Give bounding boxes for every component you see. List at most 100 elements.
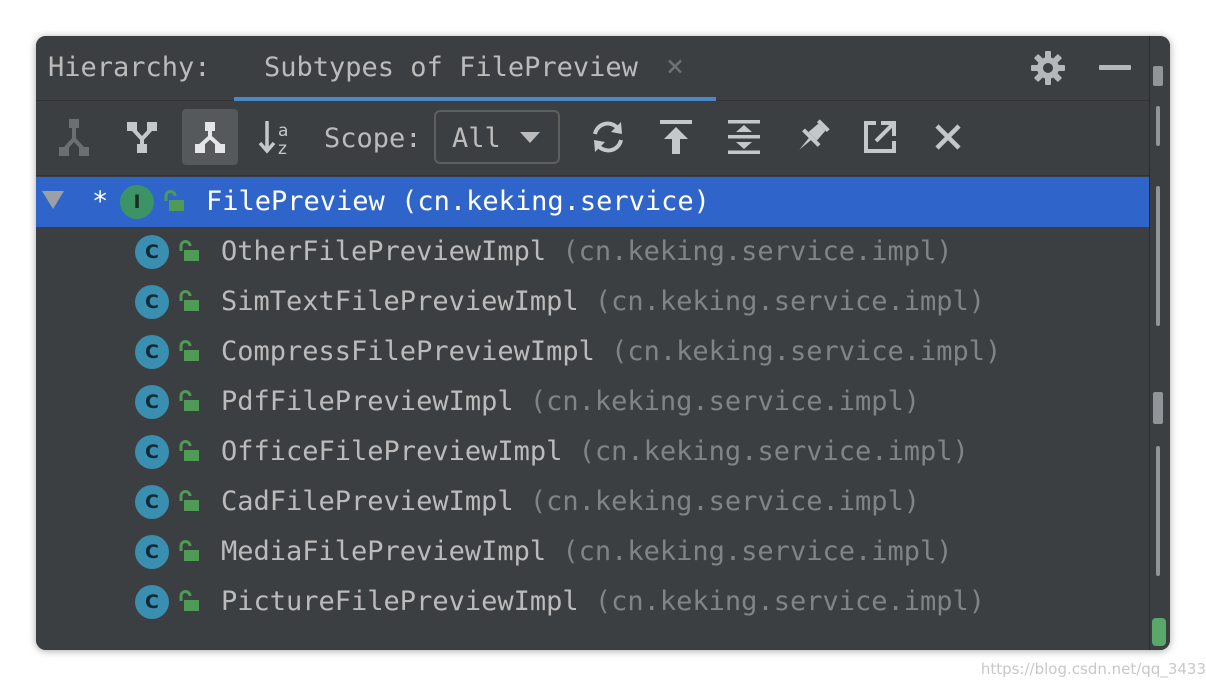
public-lock-icon: [179, 390, 199, 411]
tree-row-text: PictureFilePreviewImpl (cn.keking.servic…: [221, 586, 985, 617]
class-icon: C: [135, 435, 169, 469]
class-name: SimTextFilePreviewImpl: [221, 286, 579, 317]
tree-child-row[interactable]: C OfficeFilePreviewImpl (cn.keking.servi…: [36, 427, 1150, 477]
base-marker: *: [92, 186, 109, 217]
strip-tab-mark[interactable]: [1156, 446, 1160, 576]
gear-icon[interactable]: [1030, 50, 1066, 86]
package-name: (cn.keking.service.impl): [578, 586, 986, 617]
public-lock-icon: [179, 590, 199, 611]
public-lock-icon: [179, 240, 199, 261]
sort-alphabetically-button[interactable]: a z: [250, 109, 306, 165]
scope-label: Scope:: [324, 123, 422, 154]
subtypes-hierarchy-icon: [127, 122, 157, 153]
export-icon: [660, 120, 692, 154]
hierarchy-panel: Hierarchy: Subtypes of FilePreview × a z…: [36, 36, 1150, 650]
tree-row-text: SimTextFilePreviewImpl (cn.keking.servic…: [221, 286, 985, 317]
package-name: (cn.keking.service.impl): [513, 386, 920, 417]
public-lock-icon: [179, 290, 199, 311]
strip-tab-mark[interactable]: [1153, 66, 1163, 86]
class-icon: C: [135, 535, 169, 569]
svg-text:a: a: [278, 121, 288, 141]
class-hierarchy-button[interactable]: [182, 109, 238, 165]
scope-value: All: [452, 123, 501, 154]
package-name: (cn.keking.service.impl): [546, 236, 953, 267]
package-name: (cn.keking.service.impl): [546, 536, 953, 567]
expand-triangle-icon[interactable]: [42, 191, 64, 209]
tree-child-row[interactable]: C SimTextFilePreviewImpl (cn.keking.serv…: [36, 277, 1150, 327]
tree-row-text: CadFilePreviewImpl (cn.keking.service.im…: [221, 486, 920, 517]
supertypes-hierarchy-button[interactable]: [46, 109, 102, 165]
class-name: MediaFilePreviewImpl: [221, 536, 547, 567]
supertypes-hierarchy-icon: [59, 119, 89, 156]
tree-row-text: CompressFilePreviewImpl (cn.keking.servi…: [221, 336, 1001, 367]
close-icon: [935, 124, 961, 150]
pin-icon: [799, 119, 830, 150]
tool-window-header: Hierarchy: Subtypes of FilePreview ×: [36, 36, 1150, 101]
tab-subtypes-of-filepreview[interactable]: Subtypes of FilePreview ×: [234, 36, 716, 101]
public-lock-icon: [179, 440, 199, 461]
tree-row-text: FilePreview (cn.keking.service): [206, 186, 710, 217]
tab-close-icon[interactable]: ×: [666, 52, 684, 82]
public-lock-icon: [179, 340, 199, 361]
tab-label: Subtypes of FilePreview: [264, 52, 638, 83]
tree-child-row[interactable]: C OtherFilePreviewImpl (cn.keking.servic…: [36, 227, 1150, 277]
public-lock-icon: [164, 190, 184, 211]
refresh-button[interactable]: [580, 109, 636, 165]
class-icon: C: [135, 385, 169, 419]
class-icon: C: [135, 585, 169, 619]
strip-tab-mark[interactable]: [1156, 186, 1160, 326]
tree-root-row[interactable]: * I FilePreview (cn.keking.service): [36, 177, 1150, 227]
open-in-new-window-icon: [864, 121, 896, 153]
public-lock-icon: [179, 540, 199, 561]
watermark: https://blog.csdn.net/qq_3433: [980, 660, 1206, 678]
class-name: OfficeFilePreviewImpl: [221, 436, 563, 467]
strip-tab-mark[interactable]: [1156, 106, 1160, 146]
tree-row-text: MediaFilePreviewImpl (cn.keking.service.…: [221, 536, 953, 567]
scope-dropdown[interactable]: All: [434, 110, 560, 164]
strip-tab-mark[interactable]: [1153, 392, 1163, 424]
tree-row-text: OfficeFilePreviewImpl (cn.keking.service…: [221, 436, 969, 467]
tree-child-row[interactable]: C CadFilePreviewImpl (cn.keking.service.…: [36, 477, 1150, 527]
hierarchy-toolbar: a z Scope: All: [36, 101, 1150, 176]
tree-row-text: PdfFilePreviewImpl (cn.keking.service.im…: [221, 386, 920, 417]
package-name: (cn.keking.service.impl): [594, 336, 1002, 367]
class-name: PdfFilePreviewImpl: [221, 386, 514, 417]
class-icon: C: [135, 485, 169, 519]
class-icon: C: [135, 335, 169, 369]
class-name: CadFilePreviewImpl: [221, 486, 514, 517]
class-hierarchy-icon: [195, 122, 225, 153]
right-tool-strip: [1149, 36, 1170, 650]
export-button[interactable]: [648, 109, 704, 165]
subtypes-hierarchy-button[interactable]: [114, 109, 170, 165]
refresh-icon: [593, 121, 623, 153]
tree-child-row[interactable]: C CompressFilePreviewImpl (cn.keking.ser…: [36, 327, 1150, 377]
package-name: (cn.keking.service): [384, 186, 710, 217]
minimize-icon[interactable]: [1099, 65, 1131, 70]
tree-child-row[interactable]: C MediaFilePreviewImpl (cn.keking.servic…: [36, 527, 1150, 577]
close-button[interactable]: [920, 109, 976, 165]
chevron-down-icon: [520, 132, 540, 143]
hierarchy-tool-window: Hierarchy: Subtypes of FilePreview × a z…: [36, 36, 1170, 650]
class-name: OtherFilePreviewImpl: [221, 236, 547, 267]
class-name: FilePreview: [206, 186, 385, 217]
package-name: (cn.keking.service.impl): [562, 436, 969, 467]
class-icon: C: [135, 235, 169, 269]
tree-row-text: OtherFilePreviewImpl (cn.keking.service.…: [221, 236, 953, 267]
package-name: (cn.keking.service.impl): [513, 486, 920, 517]
pin-button[interactable]: [784, 109, 840, 165]
tree-child-row[interactable]: C PictureFilePreviewImpl (cn.keking.serv…: [36, 577, 1150, 627]
class-name: CompressFilePreviewImpl: [221, 336, 595, 367]
strip-badge: [1152, 618, 1166, 646]
open-in-new-window-button[interactable]: [852, 109, 908, 165]
class-icon: C: [135, 285, 169, 319]
expand-all-icon: [728, 120, 760, 154]
package-name: (cn.keking.service.impl): [578, 286, 986, 317]
public-lock-icon: [179, 490, 199, 511]
tree-child-row[interactable]: C PdfFilePreviewImpl (cn.keking.service.…: [36, 377, 1150, 427]
class-name: PictureFilePreviewImpl: [221, 586, 579, 617]
interface-icon: I: [120, 185, 154, 219]
expand-all-button[interactable]: [716, 109, 772, 165]
sort-alphabetically-icon: a z: [258, 121, 288, 156]
svg-text:z: z: [278, 139, 287, 156]
hierarchy-label: Hierarchy:: [48, 52, 211, 83]
